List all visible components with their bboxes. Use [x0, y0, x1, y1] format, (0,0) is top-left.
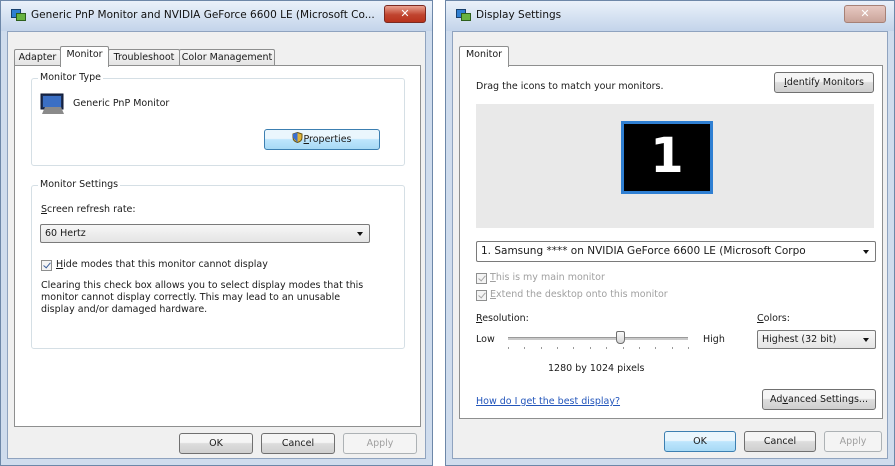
- hide-modes-label[interactable]: Hide modes that this monitor cannot disp…: [56, 259, 268, 270]
- slider-tick: [524, 347, 526, 349]
- description-line-2: monitor cannot display correctly. This m…: [41, 292, 341, 303]
- tab-monitor[interactable]: Monitor: [459, 46, 509, 67]
- monitor-properties-window: Generic PnP Monitor and NVIDIA GeForce 6…: [0, 0, 433, 466]
- advanced-label: anced Settings...: [788, 394, 868, 405]
- extend-desktop-label: Extend the desktop onto this monitor: [490, 289, 668, 300]
- apply-button[interactable]: Apply: [343, 433, 417, 454]
- hide-modes-description: Clearing this check box allows you to se…: [41, 280, 401, 316]
- display-app-icon: [456, 9, 471, 21]
- tab-monitor[interactable]: Monitor: [60, 46, 109, 67]
- monitor-1-tile[interactable]: 1: [621, 121, 713, 194]
- properties-label: roperties: [309, 134, 352, 145]
- monitor-settings-label: Monitor Settings: [38, 179, 121, 190]
- slider-ticks: [508, 347, 689, 349]
- best-display-help-link[interactable]: How do I get the best display?: [476, 396, 620, 407]
- resolution-value: 1280 by 1024 pixels: [548, 363, 645, 374]
- window-title: Generic PnP Monitor and NVIDIA GeForce 6…: [31, 9, 375, 21]
- monitor-select-value: 1. Samsung **** on NVIDIA GeForce 6600 L…: [481, 245, 806, 257]
- properties-button[interactable]: Properties: [264, 129, 380, 150]
- resolution-low-label: Low: [476, 334, 495, 345]
- hide-modes-checkbox[interactable]: [41, 260, 52, 271]
- extend-desktop-checkbox[interactable]: [476, 290, 487, 301]
- resolution-label: Resolution:: [476, 313, 529, 324]
- slider-tick: [573, 347, 575, 349]
- title-bar[interactable]: Display Settings ✕: [446, 1, 894, 31]
- refresh-rate-value: 60 Hertz: [45, 228, 86, 239]
- monitor-type-group: Monitor Type Generic PnP Monitor Propert…: [31, 72, 405, 166]
- main-monitor-checkbox[interactable]: [476, 273, 487, 284]
- monitor-tab-panel: Drag the icons to match your monitors. I…: [459, 65, 883, 419]
- ok-button[interactable]: OK: [664, 431, 736, 452]
- dialog-body: Adapter Monitor Troubleshoot Color Manag…: [7, 31, 426, 459]
- monitor-name: Generic PnP Monitor: [73, 98, 170, 109]
- hide-modes-label-text: ide modes that this monitor cannot displ…: [63, 259, 268, 270]
- extend-desktop-label-text: xtend the desktop onto this monitor: [496, 289, 668, 300]
- slider-tick: [655, 347, 657, 349]
- monitor-settings-group: Monitor Settings Screen refresh rate: 60…: [31, 179, 405, 349]
- colors-accel: C: [757, 313, 764, 324]
- slider-tick: [508, 347, 509, 349]
- colors-label: Colors:: [757, 313, 790, 324]
- window-title: Display Settings: [476, 9, 562, 21]
- apply-button[interactable]: Apply: [824, 431, 882, 452]
- chevron-down-icon: [357, 232, 363, 236]
- colors-select[interactable]: Highest (32 bit): [757, 330, 876, 349]
- identify-label: dentify Monitors: [786, 77, 864, 88]
- chevron-down-icon: [863, 250, 869, 254]
- cancel-button[interactable]: Cancel: [261, 433, 335, 454]
- refresh-rate-select[interactable]: 60 Hertz: [40, 224, 370, 243]
- dialog-body: Monitor Drag the icons to match your mon…: [452, 31, 888, 459]
- colors-label-text: olors:: [763, 313, 790, 324]
- description-line-3: display and/or damaged hardware.: [41, 304, 208, 315]
- resolution-label-text: esolution:: [482, 313, 529, 324]
- monitor-arrangement-area: 1: [476, 104, 874, 228]
- main-monitor-label: This is my main monitor: [490, 272, 605, 283]
- display-app-icon: [11, 9, 26, 21]
- slider-thumb[interactable]: [615, 331, 625, 344]
- main-monitor-label-text: his is my main monitor: [495, 272, 605, 283]
- close-button[interactable]: ✕: [844, 5, 886, 23]
- slider-tick: [671, 347, 673, 349]
- refresh-rate-label: Screen refresh rate:: [41, 204, 136, 215]
- slider-tick: [540, 347, 542, 349]
- slider-track: [508, 337, 688, 340]
- slider-tick: [688, 347, 689, 349]
- identify-monitors-button[interactable]: Identify Monitors: [774, 72, 874, 93]
- advanced-pre: Ad: [770, 394, 783, 405]
- chevron-down-icon: [863, 338, 869, 342]
- tab-adapter[interactable]: Adapter: [14, 49, 61, 66]
- slider-tick: [557, 347, 559, 349]
- refresh-rate-label-text: creen refresh rate:: [47, 204, 136, 215]
- slider-tick: [622, 347, 624, 349]
- cancel-button[interactable]: Cancel: [744, 431, 816, 452]
- monitor-type-label: Monitor Type: [38, 72, 103, 83]
- shield-icon: [292, 131, 303, 144]
- ok-button[interactable]: OK: [179, 433, 253, 454]
- resolution-slider[interactable]: [508, 328, 689, 352]
- advanced-settings-button[interactable]: Advanced Settings...: [762, 389, 876, 410]
- title-bar[interactable]: Generic PnP Monitor and NVIDIA GeForce 6…: [1, 1, 432, 31]
- description-line-1: Clearing this check box allows you to se…: [41, 280, 364, 291]
- close-button[interactable]: ✕: [384, 5, 426, 23]
- monitor-select[interactable]: 1. Samsung **** on NVIDIA GeForce 6600 L…: [476, 241, 876, 262]
- instructions-text: Drag the icons to match your monitors.: [476, 81, 664, 92]
- slider-tick: [589, 347, 591, 349]
- display-settings-window: Display Settings ✕ Monitor Drag the icon…: [445, 0, 895, 466]
- slider-tick: [638, 347, 640, 349]
- tab-troubleshoot[interactable]: Troubleshoot: [108, 49, 180, 66]
- colors-value: Highest (32 bit): [762, 334, 837, 345]
- monitor-tab-panel: Monitor Type Generic PnP Monitor Propert…: [14, 65, 421, 427]
- tab-color-management[interactable]: Color Management: [179, 49, 275, 66]
- monitor-icon: [40, 93, 64, 114]
- resolution-high-label: High: [703, 334, 725, 345]
- slider-tick: [606, 347, 608, 349]
